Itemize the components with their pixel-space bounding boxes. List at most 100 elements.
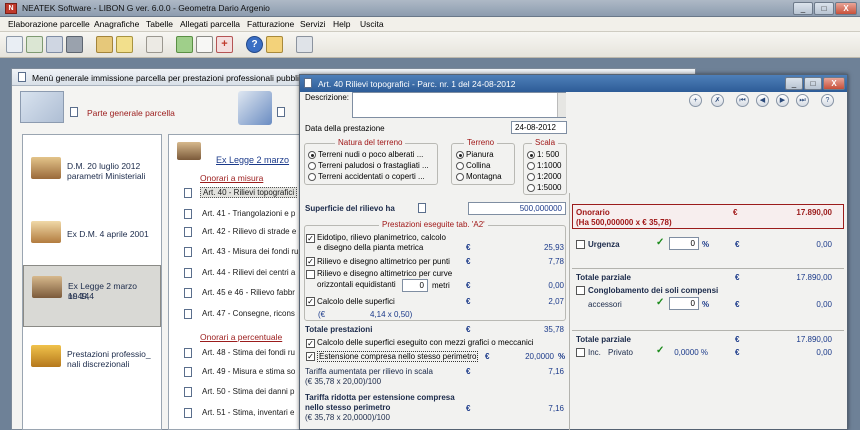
accessori-pct-field[interactable]: 0: [669, 297, 699, 310]
altimetrico-curve-checkbox[interactable]: [306, 270, 315, 279]
natura-radio-2[interactable]: [308, 162, 316, 170]
help-icon[interactable]: ?: [246, 36, 263, 53]
maximize-button[interactable]: □: [814, 2, 834, 15]
exit-icon[interactable]: [296, 36, 313, 53]
check-icon: ✓: [656, 237, 665, 248]
doc-icon: [184, 408, 192, 418]
scala-radio-1000[interactable]: [527, 162, 535, 170]
dialog-icon: [304, 78, 312, 88]
article-40[interactable]: Art. 40 - Rilievi topografici: [200, 187, 298, 198]
urgenza-pct-field[interactable]: 0: [669, 237, 699, 250]
totale-prestazioni-label: Totale prestazioni: [305, 325, 373, 334]
tools-icon[interactable]: [46, 36, 63, 53]
article-43[interactable]: Art. 43 - Misura dei fondi ru: [202, 247, 298, 256]
section-onorari-percentuale[interactable]: Onorari a percentuale: [200, 332, 282, 342]
totale-parziale-1-value: 17.890,00: [796, 273, 832, 282]
accessori-value: 0,00: [816, 300, 832, 309]
left-item-legge1949[interactable]: Ex Legge 2 marzo 1949, nr. 144: [23, 265, 161, 327]
altimetrico-punti-checkbox[interactable]: ✓: [306, 257, 315, 266]
mezzi-grafici-checkbox[interactable]: ✓: [306, 339, 315, 348]
eidotipo-checkbox[interactable]: ✓: [306, 234, 315, 243]
scala-radio-5000[interactable]: [527, 184, 535, 192]
left-panel: D.M. 20 luglio 2012 parametri Ministeria…: [22, 134, 162, 430]
delete-record-button[interactable]: ✗: [711, 94, 724, 107]
menu-fatturazione[interactable]: Fatturazione: [247, 19, 294, 29]
natura-radio-3[interactable]: [308, 173, 316, 181]
edit-icon[interactable]: [26, 36, 43, 53]
last-record-button[interactable]: ⏭: [796, 94, 809, 107]
onorario-formula: (Ha 500,000000 x € 35,78): [576, 218, 672, 227]
left-item-discrezionali[interactable]: Prestazioni professio_ nali discrezional…: [23, 335, 161, 397]
scala-radio-2000[interactable]: [527, 173, 535, 181]
terreno-radio-montagna[interactable]: [456, 173, 464, 181]
doc-icon: [184, 309, 192, 319]
scala-radio-500[interactable]: [527, 151, 535, 159]
dialog-minimize-button[interactable]: _: [785, 77, 803, 90]
menu-allegati[interactable]: Allegati parcella: [180, 19, 240, 29]
superficie-field[interactable]: 500,000000: [468, 202, 566, 215]
minimize-button[interactable]: _: [793, 2, 813, 15]
add-record-button[interactable]: +: [689, 94, 702, 107]
estensione-checkbox[interactable]: ✓: [306, 352, 315, 361]
new-document-icon[interactable]: [6, 36, 23, 53]
article-41[interactable]: Art. 41 - Triangolazioni e p: [202, 209, 295, 218]
mail-icon[interactable]: [266, 36, 283, 53]
description-scrollbar[interactable]: [557, 93, 566, 117]
article-50[interactable]: Art. 50 - Stima dei danni p: [202, 387, 295, 396]
date-field[interactable]: 24-08-2012: [511, 121, 567, 134]
documents-icon: [20, 91, 64, 123]
divider: [569, 193, 570, 430]
menu-help[interactable]: Help: [333, 19, 350, 29]
menu-servizi[interactable]: Servizi: [300, 19, 326, 29]
doc-icon: [184, 367, 192, 377]
menu-tabelle[interactable]: Tabelle: [146, 19, 173, 29]
prev-record-button[interactable]: ◀: [756, 94, 769, 107]
menu-elaborazione[interactable]: Elaborazione parcelle: [8, 19, 90, 29]
table-icon[interactable]: [146, 36, 163, 53]
doc-icon: [184, 348, 192, 358]
natura-radio-1[interactable]: [308, 151, 316, 159]
check-icon: ✓: [656, 345, 665, 356]
inc-checkbox[interactable]: [576, 348, 585, 357]
inc-value: 0,00: [816, 348, 832, 357]
article-44[interactable]: Art. 44 - Rilievi dei centri a: [202, 268, 295, 277]
calcolo-formula: 4,14 x 0,50): [370, 310, 413, 319]
menu-bar: Elaborazione parcelle Anagrafiche Tabell…: [0, 17, 860, 32]
article-48[interactable]: Art. 48 - Stima dei fondi ru: [202, 348, 295, 357]
terreno-radio-collina[interactable]: [456, 162, 464, 170]
dialog-maximize-button[interactable]: □: [804, 77, 822, 90]
first-record-button[interactable]: ⏮: [736, 94, 749, 107]
article-45-46[interactable]: Art. 45 e 46 - Rilievo fabbr: [202, 288, 295, 297]
separator: [572, 268, 844, 269]
conglobamento-checkbox[interactable]: [576, 286, 585, 295]
next-record-button[interactable]: ▶: [776, 94, 789, 107]
article-51[interactable]: Art. 51 - Stima, inventari e: [202, 408, 294, 417]
app-icon: N: [5, 3, 17, 14]
help-button[interactable]: ?: [821, 94, 834, 107]
dialog-close-button[interactable]: X: [823, 77, 845, 90]
article-42[interactable]: Art. 42 - Rilievo di strade e: [202, 227, 296, 236]
menu-anagrafiche[interactable]: Anagrafiche: [94, 19, 139, 29]
close-button[interactable]: X: [835, 2, 857, 15]
section-onorari-misura[interactable]: Onorari a misura: [200, 173, 263, 183]
description-field[interactable]: [352, 92, 566, 118]
report-icon[interactable]: [196, 36, 213, 53]
map-thumbnail-icon: [32, 276, 62, 298]
left-item-dm2012[interactable]: D.M. 20 luglio 2012 parametri Ministeria…: [23, 149, 161, 211]
calcolo-superfici-checkbox[interactable]: ✓: [306, 297, 315, 306]
map-thumbnail-icon: [31, 221, 61, 243]
calculator-icon[interactable]: [176, 36, 193, 53]
folder-icon[interactable]: [116, 36, 133, 53]
print-icon[interactable]: [66, 36, 83, 53]
general-part-link[interactable]: Parte generale parcella: [87, 108, 175, 118]
urgenza-checkbox[interactable]: [576, 240, 585, 249]
article-47[interactable]: Art. 47 - Consegne, ricons: [202, 309, 295, 318]
menu-uscita[interactable]: Uscita: [360, 19, 384, 29]
title-bar: N NEATEK Software - LIBON G ver. 6.0.0 -…: [0, 0, 860, 17]
metri-field[interactable]: 0: [402, 279, 428, 292]
terreno-radio-pianura[interactable]: [456, 151, 464, 159]
users-icon[interactable]: [96, 36, 113, 53]
article-49[interactable]: Art. 49 - Misura e stima so: [202, 367, 295, 376]
left-item-dm2001[interactable]: Ex D.M. 4 aprile 2001: [23, 211, 161, 273]
add-icon[interactable]: +: [216, 36, 233, 53]
